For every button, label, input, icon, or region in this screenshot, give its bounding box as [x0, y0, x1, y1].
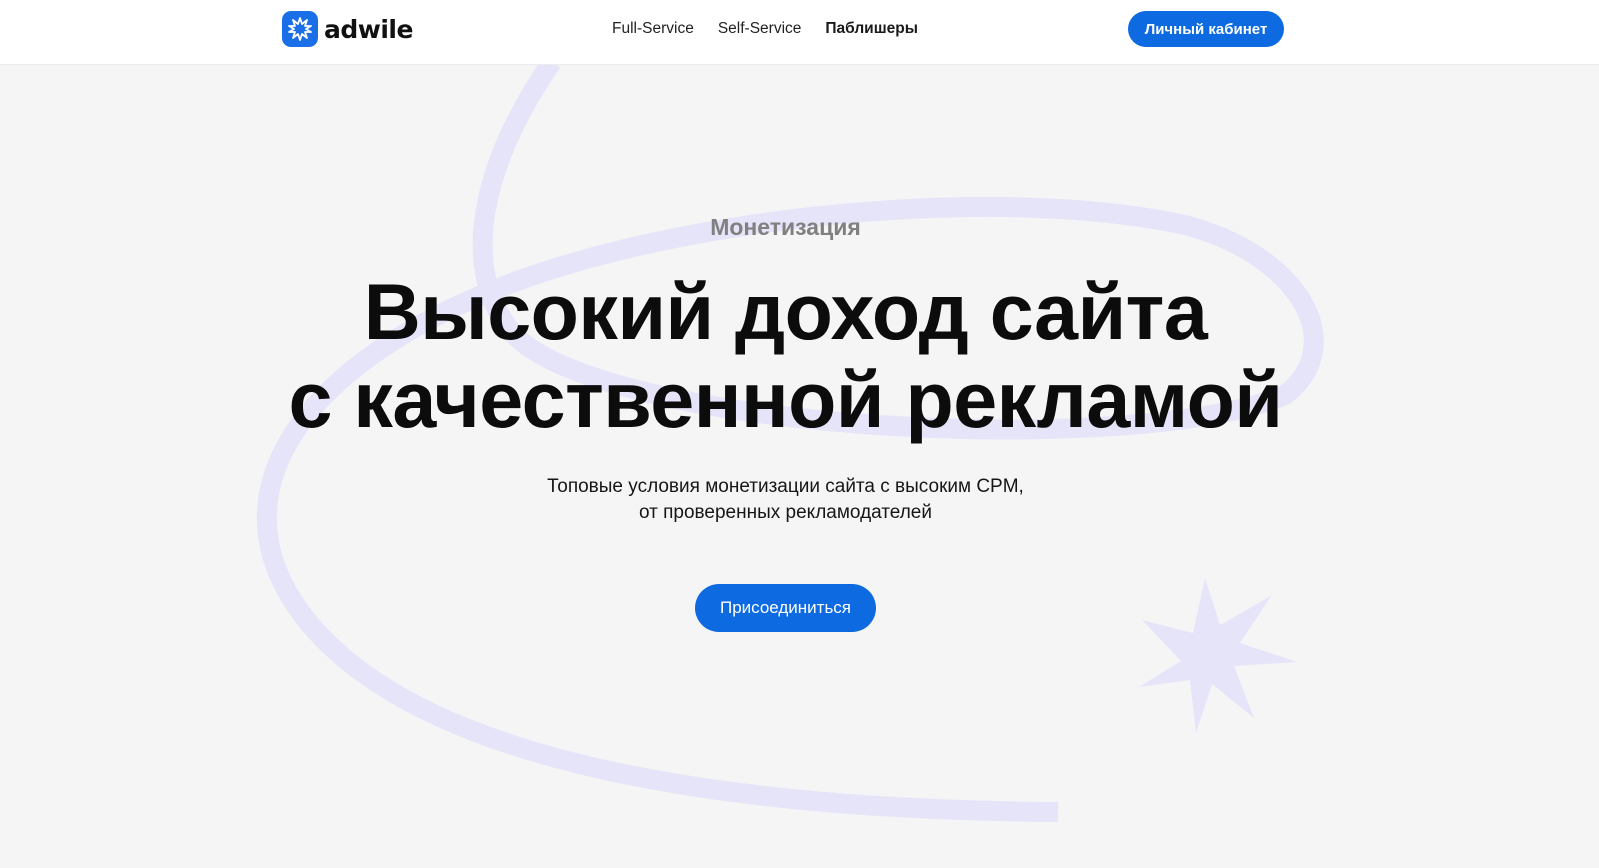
hero-subtitle-line-1: Топовые условия монетизации сайта с высо…	[547, 476, 1024, 497]
hero-title-line-1: Высокий доход сайта	[363, 267, 1208, 356]
hero-title: Высокий доход сайта с качественной рекла…	[0, 268, 1571, 444]
nav-self-service[interactable]: Self-Service	[718, 20, 802, 38]
nav-full-service[interactable]: Full-Service	[612, 20, 694, 38]
hero-subtitle-line-2: от проверенных рекламодателей	[638, 502, 932, 523]
main-nav: Full-Service Self-Service Паблишеры	[612, 18, 918, 40]
site-header: adwile Full-Service Self-Service Паблише…	[0, 0, 1599, 65]
hero-eyebrow: Монетизация	[710, 214, 861, 240]
hero-section: Монетизация Высокий доход сайта с качест…	[0, 0, 1599, 868]
starburst-logo-icon	[282, 11, 318, 47]
logo-text: adwile	[324, 14, 413, 44]
hero-subtitle: Топовые условия монетизации сайта с высо…	[0, 474, 1571, 526]
logo-link[interactable]: adwile	[282, 10, 413, 48]
nav-publishers[interactable]: Паблишеры	[825, 20, 918, 38]
hero-title-line-2: с качественной рекламой	[288, 355, 1283, 444]
page: adwile Full-Service Self-Service Паблише…	[0, 0, 1599, 868]
join-button[interactable]: Присоединиться	[695, 584, 876, 632]
personal-cabinet-button[interactable]: Личный кабинет	[1128, 11, 1284, 47]
